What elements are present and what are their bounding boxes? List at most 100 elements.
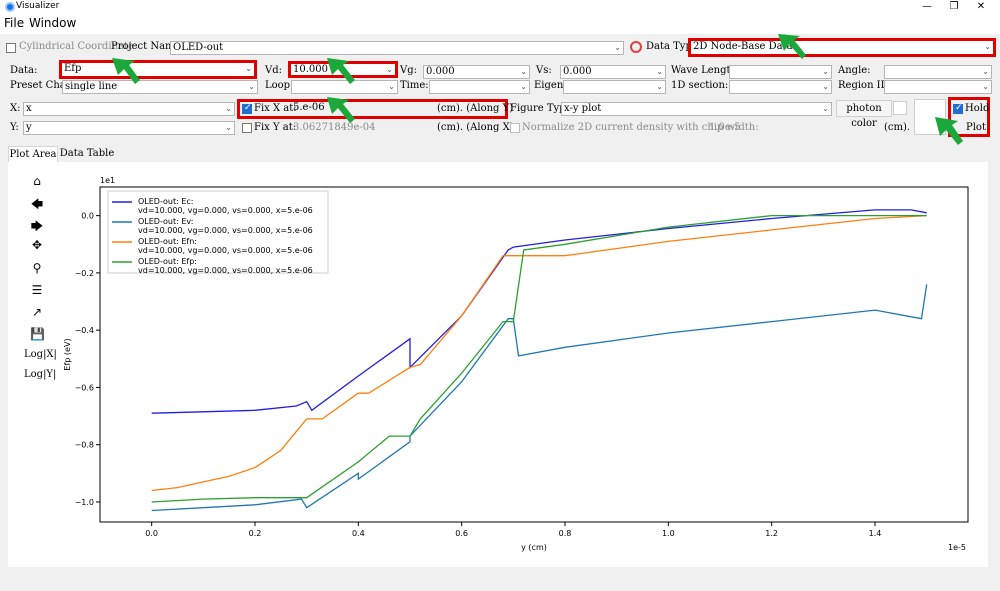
loop-label: Loop: (265, 80, 294, 91)
menu-bar (0, 14, 1000, 34)
angle-label: Angle: (838, 65, 871, 76)
log-y-button[interactable]: Log|Y| (24, 369, 56, 380)
data-select[interactable]: Efp ⌄ (59, 60, 257, 79)
normalize-width-input[interactable]: 1.0e-5 (709, 122, 741, 133)
cm-unit-label: (cm). (884, 122, 911, 133)
y-tick-label: 0.0 (81, 212, 94, 221)
zoom-icon[interactable]: ⚲ (30, 261, 44, 275)
x-tick-label: 0.2 (249, 529, 262, 538)
fix-x-checkbox[interactable] (242, 103, 252, 114)
chevron-down-icon: ⌄ (520, 82, 527, 91)
time-select[interactable]: ⌄ (429, 80, 530, 94)
x-tick-label: 1.2 (765, 529, 778, 538)
fix-y-input[interactable]: 3.06271849e-04 (293, 122, 375, 133)
close-button[interactable]: ✕ (970, 0, 992, 14)
chevron-down-icon: ⌄ (614, 43, 621, 52)
hold-checkbox[interactable] (953, 103, 963, 114)
vg-label: Vg: (400, 65, 417, 76)
edit-axis-icon[interactable]: ↗ (30, 305, 44, 319)
photon-color-swatch[interactable] (893, 101, 907, 115)
project-name-value: OLED-out (173, 42, 224, 53)
fix-y-label: Fix Y at: (254, 122, 297, 133)
chevron-down-icon: ⌄ (982, 82, 989, 91)
angle-select[interactable]: ⌄ (884, 65, 992, 79)
fix-x-unit: (cm). (Along Y) (437, 103, 514, 114)
legend-entry: OLED-out: Efn: (138, 237, 197, 246)
maximize-button[interactable]: ❐ (943, 0, 965, 14)
normalize-checkbox[interactable] (510, 123, 520, 133)
chevron-down-icon: ⌄ (984, 42, 991, 51)
chevron-down-icon: ⌄ (656, 67, 663, 76)
forward-arrow-icon[interactable]: 🡆 (30, 217, 44, 238)
x-tick-label: 0.4 (352, 529, 365, 538)
data-value: Efp (64, 63, 82, 74)
chart: 0.0 0.2 0.4 0.6 0.8 1.0 1.2 1.4 0.0 −0.2 −0.4 −0.6 −… (63, 176, 969, 552)
vs-select[interactable]: 0.000 ⌄ (560, 65, 666, 79)
y-tick-label: −0.6 (75, 383, 94, 392)
cylindrical-checkbox[interactable] (6, 43, 16, 53)
vg-value: 0.000 (426, 66, 455, 77)
configure-subplots-icon[interactable]: ☰ (30, 283, 44, 297)
data-label: Data: (10, 65, 38, 76)
eigen-select[interactable]: ⌄ (563, 80, 666, 94)
region-id-select[interactable]: ⌄ (884, 80, 992, 94)
vd-select[interactable]: 10.000 ⌄ (288, 61, 398, 78)
project-name-select[interactable]: OLED-out ⌄ (170, 41, 624, 55)
log-x-button[interactable]: Log|X| (24, 349, 57, 360)
legend-entry-detail: vd=10.000, vg=0.000, vs=0.000, x=5.e-06 (138, 206, 313, 215)
menu-window[interactable]: Window (29, 16, 76, 30)
vd-value: 10.000 (293, 64, 328, 75)
tab-plot-area[interactable]: Plot Area (8, 146, 58, 162)
chevron-down-icon: ⌄ (248, 82, 255, 91)
chevron-down-icon: ⌄ (982, 67, 989, 76)
figure-type-select[interactable]: x-y plot ⌄ (561, 102, 832, 116)
save-icon[interactable]: 💾 (30, 327, 45, 341)
preset-chart-select[interactable]: single line ⌄ (62, 80, 258, 94)
y-axis-label: Y: (10, 122, 19, 133)
x-tick-label: 1.0 (662, 529, 675, 538)
legend-entry: OLED-out: Ev: (138, 217, 193, 226)
title-bar (0, 0, 1000, 14)
x-axis-value: x (26, 103, 32, 114)
x-tick-label: 0.0 (145, 529, 158, 538)
chevron-down-icon: ⌄ (520, 67, 527, 76)
x-axis-label: X: (10, 103, 21, 114)
plot-button[interactable]: Plot (966, 122, 986, 133)
loop-select[interactable]: ⌄ (291, 80, 398, 94)
eigen-label: Eigen: (534, 80, 567, 91)
data-type-select[interactable]: 2D Node-Base Data ⌄ (688, 38, 996, 57)
pan-icon[interactable]: ✥ (30, 238, 44, 252)
fix-y-checkbox[interactable] (242, 123, 252, 133)
menu-file[interactable]: File (4, 16, 24, 30)
chevron-down-icon: ⌄ (822, 104, 829, 113)
refresh-icon[interactable] (630, 41, 642, 53)
y-tick-label: −0.8 (75, 441, 94, 450)
legend-entry-detail: vd=10.000, vg=0.000, vs=0.000, x=5.e-06 (138, 246, 313, 255)
legend-entry-detail: vd=10.000, vg=0.000, vs=0.000, x=5.e-06 (138, 226, 313, 235)
section-select[interactable]: ⌄ (729, 80, 832, 94)
wave-length-select[interactable]: ⌄ (729, 65, 832, 79)
time-label: Time: (400, 80, 429, 91)
hold-label: Hold (965, 103, 990, 114)
vs-value: 0.000 (563, 66, 592, 77)
chevron-down-icon: ⌄ (822, 67, 829, 76)
tab-data-table[interactable]: Data Table (59, 146, 115, 162)
vg-select[interactable]: 0.000 ⌄ (423, 65, 530, 79)
window-title: Visualizer (16, 1, 60, 11)
minimize-button[interactable]: — (916, 0, 938, 14)
preset-chart-value: single line (65, 81, 118, 92)
x-axis-select[interactable]: x ⌄ (23, 102, 235, 116)
photon-color-button[interactable]: photon color (836, 100, 892, 129)
color-preview (914, 99, 946, 135)
y-axis-title: Efp (eV) (63, 338, 72, 370)
fix-x-input[interactable]: 5.e-06 (291, 102, 433, 116)
x-axis-title: y (cm) (521, 543, 547, 552)
chevron-down-icon: ⌄ (245, 64, 252, 73)
x-tick-label: 0.8 (559, 529, 572, 538)
chevron-down-icon: ⌄ (225, 104, 232, 113)
y-axis-select[interactable]: y ⌄ (23, 121, 235, 135)
legend-entry: OLED-out: Efp: (138, 257, 197, 266)
back-arrow-icon[interactable]: 🡄 (30, 195, 44, 216)
home-icon[interactable]: ⌂ (30, 174, 44, 188)
chevron-down-icon: ⌄ (388, 82, 395, 91)
